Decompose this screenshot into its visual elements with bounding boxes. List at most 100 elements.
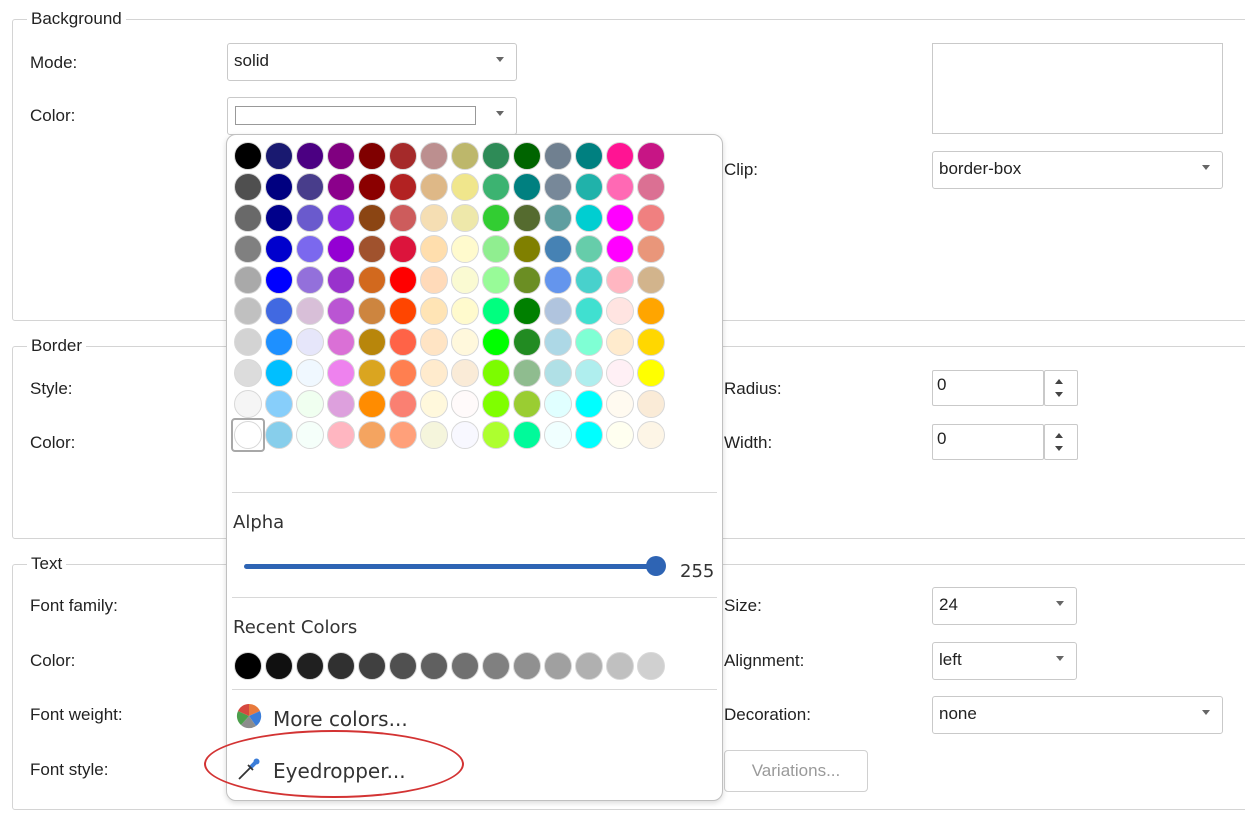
color-swatch[interactable] (358, 142, 386, 170)
color-swatch[interactable] (575, 297, 603, 325)
color-swatch[interactable] (637, 390, 665, 418)
color-swatch[interactable] (451, 390, 479, 418)
color-swatch[interactable] (296, 359, 324, 387)
color-swatch[interactable] (420, 173, 448, 201)
color-swatch[interactable] (420, 235, 448, 263)
color-swatch[interactable] (513, 297, 541, 325)
color-swatch[interactable] (544, 266, 572, 294)
color-swatch[interactable] (327, 390, 355, 418)
color-swatch[interactable] (420, 328, 448, 356)
color-swatch[interactable] (389, 204, 417, 232)
color-swatch[interactable] (451, 297, 479, 325)
color-swatch[interactable] (544, 297, 572, 325)
color-swatch[interactable] (544, 421, 572, 449)
size-select[interactable]: 24 (932, 587, 1077, 625)
color-swatch[interactable] (575, 235, 603, 263)
color-swatch[interactable] (265, 328, 293, 356)
color-swatch[interactable] (358, 328, 386, 356)
color-swatch[interactable] (234, 204, 262, 232)
color-swatch[interactable] (544, 235, 572, 263)
color-swatch[interactable] (637, 328, 665, 356)
color-swatch[interactable] (296, 173, 324, 201)
color-swatch[interactable] (451, 421, 479, 449)
color-swatch[interactable] (234, 235, 262, 263)
color-swatch[interactable] (451, 328, 479, 356)
color-swatch[interactable] (482, 390, 510, 418)
alpha-slider[interactable] (244, 555, 666, 577)
color-swatch[interactable] (420, 266, 448, 294)
color-swatch[interactable] (513, 142, 541, 170)
color-swatch[interactable] (451, 173, 479, 201)
color-swatch[interactable] (606, 297, 634, 325)
color-swatch[interactable] (513, 390, 541, 418)
color-swatch[interactable] (296, 266, 324, 294)
color-swatch[interactable] (606, 328, 634, 356)
radius-input[interactable]: 0 (932, 370, 1044, 406)
color-swatch[interactable] (327, 142, 355, 170)
color-swatch[interactable] (327, 359, 355, 387)
color-swatch[interactable] (637, 173, 665, 201)
recent-color-swatch[interactable] (544, 652, 572, 680)
color-swatch[interactable] (389, 359, 417, 387)
alpha-slider-thumb[interactable] (646, 556, 666, 576)
color-swatch[interactable] (296, 390, 324, 418)
radius-stepper[interactable] (1044, 370, 1078, 406)
color-swatch[interactable] (296, 204, 324, 232)
color-swatch[interactable] (327, 328, 355, 356)
color-swatch[interactable] (358, 390, 386, 418)
color-swatch[interactable] (296, 421, 324, 449)
color-swatch[interactable] (265, 173, 293, 201)
color-swatch[interactable] (358, 359, 386, 387)
color-swatch[interactable] (482, 421, 510, 449)
color-swatch[interactable] (358, 235, 386, 263)
color-swatch[interactable] (513, 173, 541, 201)
color-swatch[interactable] (637, 142, 665, 170)
color-swatch[interactable] (265, 235, 293, 263)
color-swatch[interactable] (575, 266, 603, 294)
color-swatch[interactable] (606, 204, 634, 232)
color-swatch[interactable] (265, 359, 293, 387)
color-swatch[interactable] (389, 173, 417, 201)
color-swatch[interactable] (513, 235, 541, 263)
color-swatch[interactable] (482, 266, 510, 294)
color-swatch[interactable] (234, 142, 262, 170)
color-swatch[interactable] (420, 390, 448, 418)
recent-color-swatch[interactable] (358, 652, 386, 680)
color-swatch[interactable] (544, 359, 572, 387)
color-swatch[interactable] (482, 297, 510, 325)
color-swatch[interactable] (234, 173, 262, 201)
color-swatch[interactable] (265, 142, 293, 170)
color-swatch[interactable] (327, 235, 355, 263)
color-swatch[interactable] (451, 266, 479, 294)
color-swatch[interactable] (575, 359, 603, 387)
color-swatch[interactable] (513, 266, 541, 294)
width-input[interactable]: 0 (932, 424, 1044, 460)
bg-color-picker[interactable] (227, 97, 517, 135)
color-swatch[interactable] (637, 421, 665, 449)
color-swatch[interactable] (265, 390, 293, 418)
recent-color-swatch[interactable] (513, 652, 541, 680)
color-swatch[interactable] (575, 173, 603, 201)
color-swatch[interactable] (389, 235, 417, 263)
color-swatch[interactable] (358, 421, 386, 449)
color-swatch[interactable] (265, 204, 293, 232)
color-swatch[interactable] (482, 235, 510, 263)
color-swatch[interactable] (327, 173, 355, 201)
color-swatch[interactable] (327, 297, 355, 325)
color-swatch[interactable] (265, 266, 293, 294)
color-swatch[interactable] (544, 328, 572, 356)
color-swatch[interactable] (327, 421, 355, 449)
color-swatch[interactable] (234, 390, 262, 418)
color-swatch[interactable] (389, 328, 417, 356)
recent-color-swatch[interactable] (327, 652, 355, 680)
color-swatch[interactable] (327, 266, 355, 294)
color-swatch[interactable] (606, 421, 634, 449)
color-swatch[interactable] (358, 204, 386, 232)
alignment-select[interactable]: left (932, 642, 1077, 680)
color-swatch[interactable] (606, 390, 634, 418)
color-swatch[interactable] (420, 421, 448, 449)
recent-color-swatch[interactable] (606, 652, 634, 680)
recent-color-swatch[interactable] (637, 652, 665, 680)
color-swatch[interactable] (482, 359, 510, 387)
recent-color-swatch[interactable] (296, 652, 324, 680)
